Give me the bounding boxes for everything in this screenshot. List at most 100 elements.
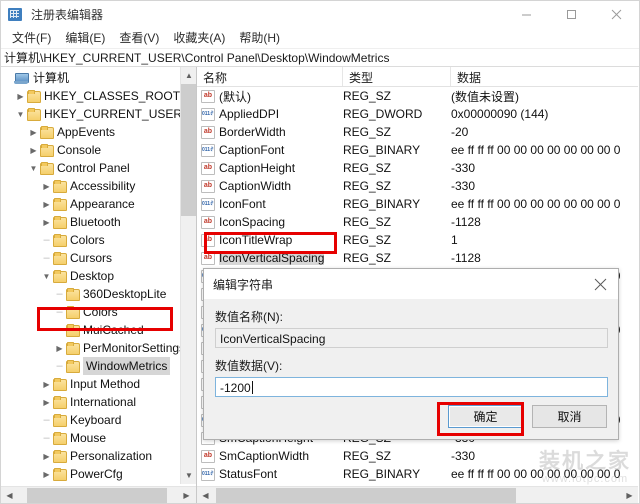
value-type-cell: REG_SZ [343, 179, 451, 193]
chevron-right-icon[interactable]: ▶ [40, 213, 53, 231]
tree-item-muicached[interactable]: –MuiCached [1, 321, 181, 339]
folder-icon [53, 396, 66, 408]
menu-edit[interactable]: 编辑(E) [58, 27, 112, 48]
chevron-right-icon[interactable]: ▶ [27, 141, 40, 159]
value-name-input[interactable]: IconVerticalSpacing [215, 328, 608, 348]
tree-hscroll-thumb[interactable] [27, 488, 167, 503]
chevron-right-icon[interactable]: ▶ [14, 87, 27, 105]
folder-icon [53, 414, 66, 426]
table-row[interactable]: IconFontREG_BINARYee ff ff ff 00 00 00 0… [197, 195, 638, 213]
tree-item-colors[interactable]: –Colors [1, 231, 181, 249]
maximize-icon[interactable] [549, 1, 594, 27]
folder-icon [53, 216, 66, 228]
table-row[interactable]: (默认)REG_SZ(数值未设置) [197, 87, 638, 105]
tree-item-windowmetrics[interactable]: –WindowMetrics [1, 357, 181, 375]
tree-item-console[interactable]: ▶Console [1, 141, 181, 159]
value-name-cell: BorderWidth [197, 125, 343, 139]
tree-item-appevents[interactable]: ▶AppEvents [1, 123, 181, 141]
tree-item-keyboard[interactable]: –Keyboard [1, 411, 181, 429]
tree-item-international[interactable]: ▶International [1, 393, 181, 411]
tree-item-label: Appearance [70, 195, 135, 213]
scroll-down-icon[interactable]: ▼ [181, 467, 197, 484]
value-data-input[interactable]: -1200 [215, 377, 608, 397]
window-title: 注册表编辑器 [31, 6, 103, 23]
tree-item-hkey-current-user[interactable]: ▼HKEY_CURRENT_USER [1, 105, 181, 123]
tree-item-hkey-classes-root[interactable]: ▶HKEY_CLASSES_ROOT [1, 87, 181, 105]
chevron-down-icon[interactable]: ▼ [27, 159, 40, 177]
tree-item-colors[interactable]: –Colors [1, 303, 181, 321]
table-row[interactable]: StatusFontREG_BINARYee ff ff ff 00 00 00… [197, 465, 638, 483]
scroll-up-icon[interactable]: ▲ [181, 67, 197, 84]
tree-item-input-method[interactable]: ▶Input Method [1, 375, 181, 393]
ok-button[interactable]: 确定 [448, 405, 523, 428]
chevron-right-icon[interactable]: ▶ [40, 465, 53, 483]
tree-item-360desktoplite[interactable]: –360DesktopLite [1, 285, 181, 303]
chevron-right-icon[interactable]: ▶ [40, 447, 53, 465]
scroll-left-icon[interactable]: ◀ [1, 487, 18, 503]
table-row[interactable]: CaptionFontREG_BINARYee ff ff ff 00 00 0… [197, 141, 638, 159]
tree-vscroll-thumb[interactable] [181, 84, 197, 216]
list-hscroll-thumb[interactable] [216, 488, 516, 503]
tree-item-permonitorsettings[interactable]: ▶PerMonitorSettings [1, 339, 181, 357]
tree-item-label: Personalization [70, 447, 152, 465]
tree-item-label: 360DesktopLite [83, 285, 166, 303]
table-row[interactable]: IconTitleWrapREG_SZ1 [197, 231, 638, 249]
list-scroll-right-icon[interactable]: ▶ [621, 487, 638, 503]
menu-help[interactable]: 帮助(H) [232, 27, 287, 48]
chevron-right-icon[interactable]: ▶ [40, 177, 53, 195]
tree-item-quick-actions[interactable]: ▶Quick Actions [1, 483, 181, 484]
table-row[interactable]: IconVerticalSpacingREG_SZ-1128 [197, 249, 638, 267]
menu-view[interactable]: 查看(V) [112, 27, 166, 48]
chevron-down-icon[interactable]: ▼ [40, 267, 53, 285]
column-header-data[interactable]: 数据 [451, 67, 638, 86]
value-name-cell: StatusFont [197, 467, 343, 481]
tree-horizontal-scrollbar[interactable]: ◀ ▶ [1, 486, 197, 503]
chevron-down-icon[interactable]: ▼ [14, 105, 27, 123]
tree-item-appearance[interactable]: ▶ Appearance [1, 195, 181, 213]
list-scroll-left-icon[interactable]: ◀ [197, 487, 214, 503]
dialog-close-icon[interactable] [582, 269, 618, 299]
tree-item-bluetooth[interactable]: ▶Bluetooth [1, 213, 181, 231]
folder-icon [53, 180, 66, 192]
value-name-cell: IconVerticalSpacing [197, 251, 343, 265]
tree-item-[interactable]: ▶计算机 [1, 69, 181, 87]
tree-item-powercfg[interactable]: ▶PowerCfg [1, 465, 181, 483]
table-row[interactable]: IconSpacingREG_SZ-1128 [197, 213, 638, 231]
tree-item-mouse[interactable]: –Mouse [1, 429, 181, 447]
table-row[interactable]: SmCaptionWidthREG_SZ-330 [197, 447, 638, 465]
table-row[interactable]: CaptionWidthREG_SZ-330 [197, 177, 638, 195]
tree-connector: – [40, 252, 53, 264]
folder-icon [53, 270, 66, 282]
value-name-text: CaptionFont [219, 143, 284, 157]
registry-tree-panel: ▶计算机▶HKEY_CLASSES_ROOT▼HKEY_CURRENT_USER… [1, 67, 197, 503]
tree-item-label: WindowMetrics [83, 357, 170, 375]
tree-item-desktop[interactable]: ▼Desktop [1, 267, 181, 285]
scroll-right-icon[interactable]: ▶ [178, 487, 195, 503]
close-icon[interactable] [594, 1, 639, 27]
folder-icon [27, 90, 40, 102]
tree-item-personalization[interactable]: ▶ Personalization [1, 447, 181, 465]
value-type-cell: REG_BINARY [343, 197, 451, 211]
chevron-right-icon[interactable]: ▶ [40, 393, 53, 411]
cancel-button[interactable]: 取消 [532, 405, 607, 428]
folder-icon [40, 144, 53, 156]
table-row[interactable]: BorderWidthREG_SZ-20 [197, 123, 638, 141]
tree-vertical-scrollbar[interactable]: ▲ ▼ [180, 67, 196, 484]
menu-favorites[interactable]: 收藏夹(A) [166, 27, 232, 48]
chevron-right-icon[interactable]: ▶ [27, 123, 40, 141]
tree-item-accessibility[interactable]: ▶Accessibility [1, 177, 181, 195]
menu-file[interactable]: 文件(F) [5, 27, 58, 48]
tree-item-control-panel[interactable]: ▼Control Panel [1, 159, 181, 177]
address-bar[interactable]: 计算机\HKEY_CURRENT_USER\Control Panel\Desk… [1, 48, 639, 67]
table-row[interactable]: AppliedDPIREG_DWORD0x00000090 (144) [197, 105, 638, 123]
table-row[interactable]: CaptionHeightREG_SZ-330 [197, 159, 638, 177]
chevron-right-icon[interactable]: ▶ [40, 483, 53, 484]
minimize-icon[interactable] [504, 1, 549, 27]
column-header-name[interactable]: 名称 [197, 67, 343, 86]
chevron-right-icon[interactable]: ▶ [40, 195, 53, 213]
tree-item-cursors[interactable]: –Cursors [1, 249, 181, 267]
list-horizontal-scrollbar[interactable]: ◀ ▶ [197, 486, 638, 503]
chevron-right-icon[interactable]: ▶ [53, 339, 66, 357]
column-header-type[interactable]: 类型 [343, 67, 451, 86]
chevron-right-icon[interactable]: ▶ [40, 375, 53, 393]
